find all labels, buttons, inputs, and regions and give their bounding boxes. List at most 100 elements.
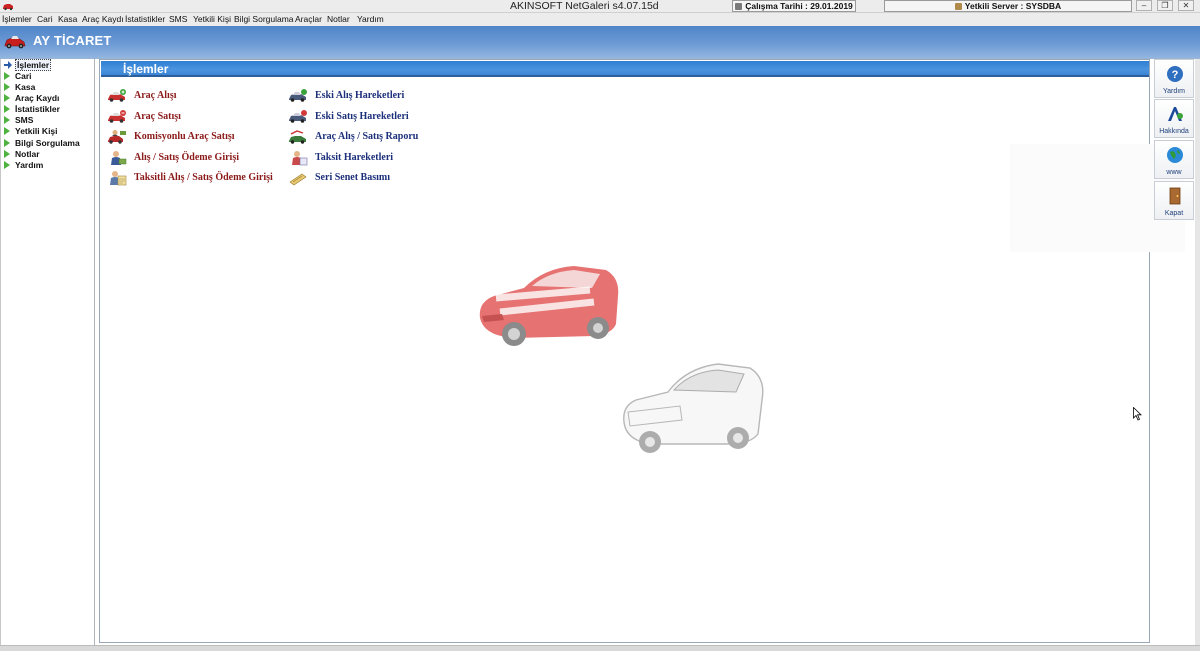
panel-header: İşlemler — [101, 61, 1149, 77]
triangle-icon — [4, 94, 10, 102]
tree-item-label: Araç Kaydı — [15, 93, 60, 103]
menu-cari[interactable]: Cari — [37, 13, 53, 26]
menu-araclar[interactable]: Araçlar — [295, 13, 322, 26]
tree-item-yardim[interactable]: Yardım — [4, 160, 43, 171]
tree-item-label: SMS — [15, 115, 34, 125]
right-toolbar: ? Yardım Hakkında www Kapat — [1154, 59, 1194, 645]
op-label: Seri Senet Basımı — [315, 172, 390, 183]
navigation-tree: İşlemler Cari Kasa Araç Kaydı İstatistik… — [0, 59, 95, 645]
title-bar: AKINSOFT NetGaleri s4.07.15d Çalışma Tar… — [0, 0, 1200, 13]
menu-yardim[interactable]: Yardım — [357, 13, 384, 26]
tree-item-label: Bilgi Sorgulama — [15, 138, 80, 148]
op-label: Taksit Hareketleri — [315, 152, 394, 163]
triangle-icon — [4, 83, 10, 91]
installment-payment-icon — [110, 171, 127, 186]
report-icon — [289, 130, 306, 144]
help-label: Yardım — [1162, 88, 1186, 95]
menu-sms[interactable]: SMS — [169, 13, 187, 26]
company-banner: AY TİCARET — [0, 26, 1200, 58]
tree-item-label: İstatistikler — [15, 104, 60, 114]
triangle-icon — [4, 139, 10, 147]
menu-yetkili-kisi[interactable]: Yetkili Kişi — [193, 13, 231, 26]
user-icon — [954, 3, 962, 10]
close-label: Kapat — [1164, 210, 1184, 217]
status-bar — [0, 645, 1200, 651]
tree-item-cari[interactable]: Cari — [4, 71, 32, 82]
tree-item-sms[interactable]: SMS — [4, 115, 33, 126]
op-label: Eski Alış Hareketleri — [315, 90, 405, 101]
web-button[interactable]: www — [1154, 140, 1194, 179]
payment-entry-icon — [111, 151, 127, 165]
tree-item-arac-kaydi[interactable]: Araç Kaydı — [4, 93, 59, 104]
arrow-right-icon — [4, 61, 12, 69]
about-button[interactable]: Hakkında — [1154, 99, 1194, 138]
server-box[interactable]: Yetkili Server : SYSDBA — [884, 0, 1132, 12]
tree-item-label: Notlar — [15, 149, 40, 159]
panel-title: İşlemler — [123, 62, 169, 76]
op-label: Taksitli Alış / Satış Ödeme Girişi — [134, 172, 273, 183]
main-panel: İşlemler Araç Alışı Araç Satışı Komisyon… — [99, 59, 1185, 643]
triangle-icon — [4, 116, 10, 124]
triangle-icon — [4, 72, 10, 80]
tree-item-notlar[interactable]: Notlar — [4, 149, 40, 160]
svg-text:?: ? — [1172, 69, 1179, 81]
minimize-button[interactable]: – — [1136, 0, 1152, 11]
menu-bar: İşlemler Cari Kasa Araç Kaydı İstatistik… — [0, 13, 1200, 26]
help-button[interactable]: ? Yardım — [1154, 59, 1194, 98]
tree-item-label: Cari — [15, 71, 32, 81]
car-sell-icon — [108, 110, 126, 123]
tree-item-yetkili-kisi[interactable]: Yetkili Kişi — [4, 126, 58, 137]
op-label: Araç Satışı — [134, 111, 181, 122]
triangle-icon — [4, 127, 10, 135]
op-label: Eski Satış Hareketleri — [315, 111, 409, 122]
tree-item-label: Yetkili Kişi — [15, 126, 58, 136]
right-edge-bar — [1195, 59, 1200, 645]
company-name: AY TİCARET — [33, 33, 112, 48]
menu-bilgi-sorgulama[interactable]: Bilgi Sorgulama — [234, 13, 294, 26]
close-window-button[interactable]: ✕ — [1178, 0, 1194, 11]
commission-sale-icon — [108, 130, 126, 144]
menu-kasa[interactable]: Kasa — [58, 13, 77, 26]
menu-notlar[interactable]: Notlar — [327, 13, 350, 26]
about-label: Hakkında — [1159, 128, 1189, 135]
app-icon — [3, 4, 13, 11]
globe-icon — [1167, 147, 1183, 163]
calendar-icon — [735, 3, 743, 10]
web-label: www — [1166, 169, 1182, 176]
help-icon: ? — [1167, 66, 1183, 82]
close-button[interactable]: Kapat — [1154, 181, 1194, 220]
car-buy-icon — [108, 89, 126, 102]
tree-item-islemler[interactable]: İşlemler — [4, 59, 52, 71]
triangle-icon — [4, 161, 10, 169]
work-date-box[interactable]: Çalışma Tarihi : 29.01.2019 — [732, 0, 856, 12]
window-title: AKINSOFT NetGaleri s4.07.15d — [510, 0, 659, 12]
op-label: Araç Alış / Satış Raporu — [315, 131, 419, 142]
red-sports-car-image — [479, 266, 619, 346]
tree-item-bilgi-sorgulama[interactable]: Bilgi Sorgulama — [4, 138, 80, 149]
op-label: Komisyonlu Araç Satışı — [134, 131, 235, 142]
promissory-note-icon — [289, 173, 307, 186]
server-text: Yetkili Server : SYSDBA — [964, 1, 1062, 11]
tree-item-label: İşlemler — [15, 59, 52, 71]
tree-item-kasa[interactable]: Kasa — [4, 82, 35, 93]
white-sports-car-image — [623, 363, 764, 453]
menu-istatistikler[interactable]: İstatistikler — [125, 13, 165, 26]
op-label: Araç Alışı — [134, 90, 177, 101]
menu-islemler[interactable]: İşlemler — [2, 13, 32, 26]
triangle-icon — [4, 105, 10, 113]
work-date-text: Çalışma Tarihi : 29.01.2019 — [745, 1, 853, 11]
tree-item-label: Kasa — [15, 82, 36, 92]
installment-movements-icon — [292, 151, 308, 166]
menu-arac-kaydi[interactable]: Araç Kaydı — [82, 13, 124, 26]
exit-door-icon — [1169, 187, 1181, 205]
akinsoft-logo-icon — [1168, 107, 1183, 121]
op-label: Alış / Satış Ödeme Girişi — [134, 152, 239, 163]
tree-item-label: Yardım — [15, 160, 44, 170]
old-purchase-icon — [289, 89, 307, 102]
tree-item-istatistikler[interactable]: İstatistikler — [4, 104, 60, 115]
mouse-cursor-icon — [1133, 407, 1142, 421]
triangle-icon — [4, 150, 10, 158]
old-sales-icon — [289, 110, 307, 123]
restore-button[interactable]: ❐ — [1157, 0, 1173, 11]
car-logo-icon — [4, 36, 26, 49]
